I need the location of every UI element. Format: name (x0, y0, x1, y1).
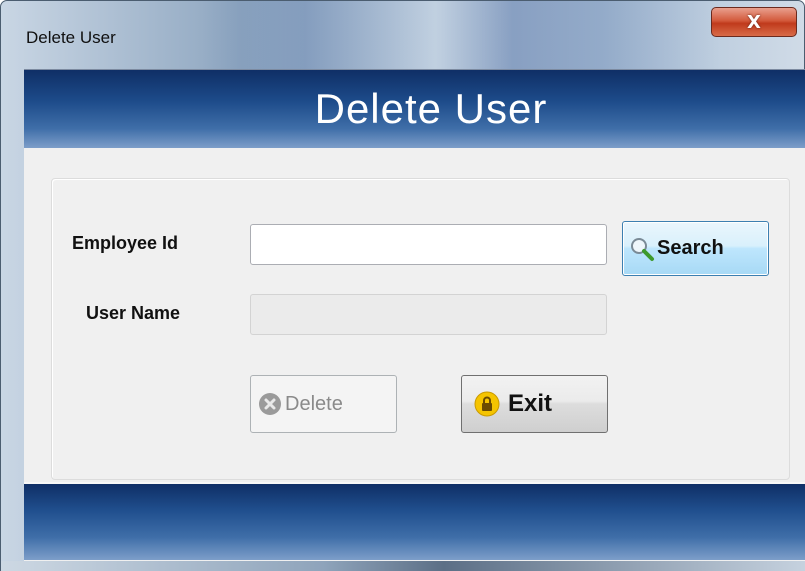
employee-id-input[interactable] (250, 224, 607, 265)
exit-button[interactable]: Exit (461, 375, 608, 433)
padlock-icon (474, 391, 500, 417)
title-bar[interactable]: Delete User X (1, 1, 805, 69)
user-name-label: User Name (86, 303, 181, 323)
magnifier-icon (631, 237, 654, 261)
employee-id-label: Employee Id (72, 233, 179, 253)
header-banner: Delete User (24, 70, 805, 148)
footer-banner (24, 482, 805, 560)
delete-button-label: Delete (285, 392, 343, 415)
close-icon: X (747, 11, 761, 33)
window-close-button[interactable]: X (711, 7, 797, 37)
delete-x-icon (259, 393, 281, 415)
search-button-label: Search (657, 237, 724, 259)
window-title: Delete User (26, 28, 116, 47)
title-bar-glass (201, 1, 721, 69)
window-bottom-edge (1, 561, 805, 571)
exit-button-label: Exit (508, 390, 553, 417)
client-area: Delete User Employee Id Search User Name… (24, 69, 805, 561)
dialog-window: Delete User X Delete User Employee Id Se… (0, 0, 805, 571)
delete-button[interactable]: Delete (250, 375, 397, 433)
page-title: Delete User (314, 85, 548, 132)
user-name-field (250, 294, 607, 335)
search-button[interactable]: Search (622, 221, 769, 276)
